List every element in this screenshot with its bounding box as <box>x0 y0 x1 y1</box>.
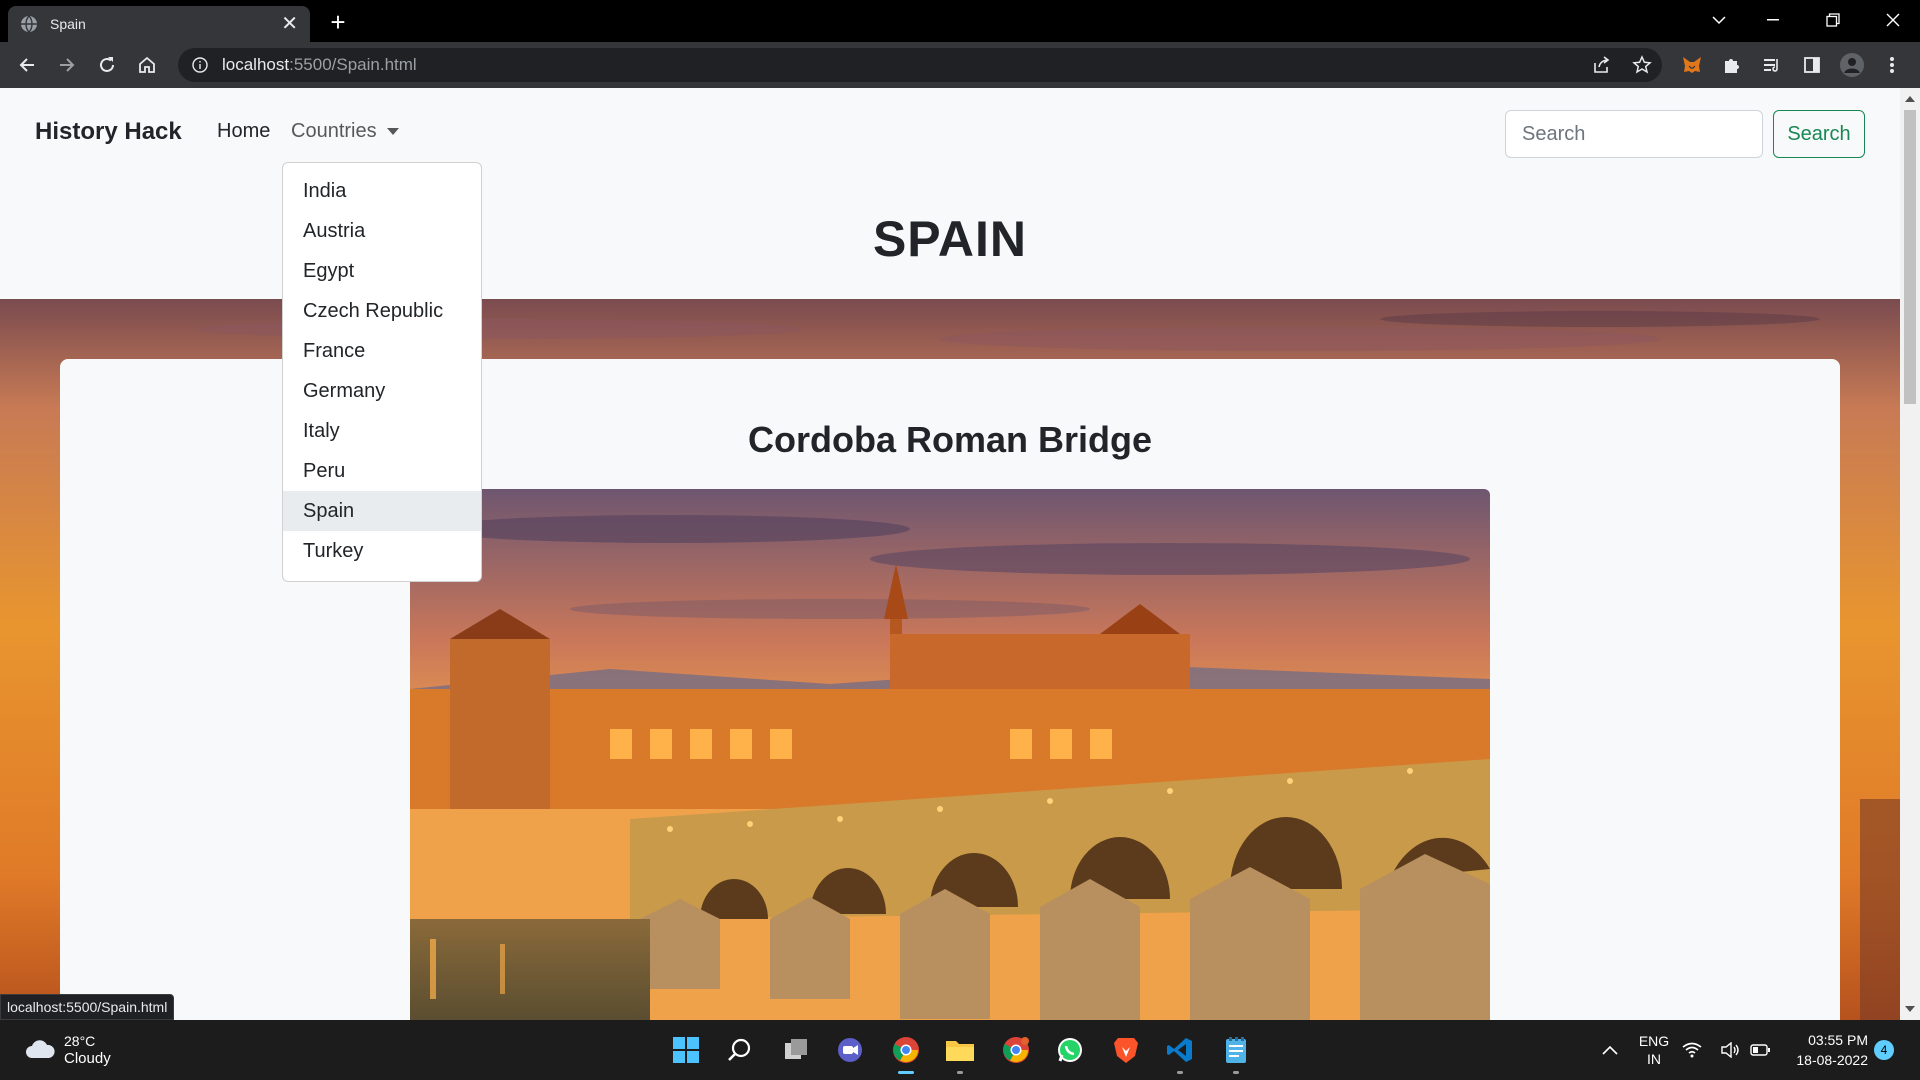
site-info-icon[interactable] <box>192 57 208 73</box>
search-icon[interactable] <box>720 1030 760 1070</box>
tab-close-icon[interactable]: ✕ <box>281 14 298 34</box>
notepad-icon[interactable] <box>1216 1030 1256 1074</box>
dropdown-item-peru[interactable]: Peru <box>283 451 481 491</box>
search-button[interactable]: Search <box>1773 110 1865 158</box>
brand-logo-text[interactable]: History Hack <box>35 118 182 146</box>
caret-down-icon <box>386 128 399 135</box>
language-indicator[interactable]: ENG IN <box>1636 1032 1672 1068</box>
restore-icon[interactable] <box>1806 0 1860 40</box>
dropdown-item-spain[interactable]: Spain <box>283 491 481 531</box>
dropdown-item-india[interactable]: India <box>283 171 481 211</box>
dropdown-item-austria[interactable]: Austria <box>283 211 481 251</box>
chrome-profile-icon[interactable] <box>996 1030 1036 1070</box>
close-window-icon[interactable] <box>1866 0 1920 40</box>
media-queue-icon[interactable] <box>1758 51 1786 79</box>
system-clock[interactable]: 03:55 PM 18-08-2022 <box>1780 1030 1868 1070</box>
scrollbar-thumb[interactable] <box>1904 110 1916 404</box>
cloud-icon <box>26 1040 55 1058</box>
home-icon[interactable] <box>133 51 161 79</box>
dropdown-item-france[interactable]: France <box>283 331 481 371</box>
battery-icon[interactable] <box>1748 1030 1772 1070</box>
show-hidden-icons-chevron-icon[interactable] <box>1590 1030 1630 1070</box>
teams-chat-icon[interactable] <box>830 1030 870 1070</box>
bookmark-star-icon[interactable] <box>1628 51 1656 79</box>
address-bar[interactable]: localhost:5500/Spain.html <box>178 48 1662 82</box>
nav-dropdown-countries[interactable]: Countries <box>291 120 399 143</box>
tab-title: Spain <box>50 16 86 32</box>
side-panel-icon[interactable] <box>1798 51 1826 79</box>
clock-time: 03:55 PM <box>1808 1032 1868 1048</box>
weather-condition: Cloudy <box>64 1050 111 1067</box>
chrome-taskbar-icon[interactable] <box>886 1030 926 1074</box>
globe-icon <box>21 15 37 33</box>
nav-link-home[interactable]: Home <box>217 120 270 143</box>
forward-icon[interactable] <box>53 51 81 79</box>
scroll-down-arrow-icon[interactable] <box>1905 1006 1915 1012</box>
back-icon[interactable] <box>13 51 41 79</box>
scroll-up-arrow-icon[interactable] <box>1905 96 1915 102</box>
weather-widget[interactable]: 28°C Cloudy <box>24 1032 111 1068</box>
whatsapp-icon[interactable] <box>1050 1030 1090 1070</box>
metamask-extension-icon[interactable] <box>1678 51 1706 79</box>
windows-taskbar: 28°C Cloudy ENG IN 03:55 PM 18-08-2022 4 <box>0 1020 1920 1080</box>
page-viewport: History Hack Home Countries Search SPAIN… <box>0 88 1900 1020</box>
chrome-menu-icon[interactable] <box>1878 51 1906 79</box>
page-scrollbar[interactable] <box>1900 88 1920 1020</box>
browser-tab[interactable]: Spain ✕ <box>8 6 310 42</box>
language-code: ENG <box>1638 1033 1670 1049</box>
tab-search-icon[interactable] <box>1692 0 1746 40</box>
vscode-icon[interactable] <box>1160 1030 1200 1074</box>
minimize-icon[interactable] <box>1746 0 1800 40</box>
brave-browser-icon[interactable] <box>1106 1030 1146 1070</box>
dropdown-item-germany[interactable]: Germany <box>283 371 481 411</box>
countries-label: Countries <box>291 120 377 142</box>
extensions-puzzle-icon[interactable] <box>1718 51 1746 79</box>
new-tab-icon[interactable]: + <box>324 8 352 36</box>
countries-dropdown-menu: India Austria Egypt Czech Republic Franc… <box>282 162 482 582</box>
browser-tab-strip: Spain ✕ + <box>0 0 1920 42</box>
dropdown-item-czech-republic[interactable]: Czech Republic <box>283 291 481 331</box>
reload-icon[interactable] <box>93 51 121 79</box>
url-text: localhost:5500/Spain.html <box>222 55 417 74</box>
wifi-icon[interactable] <box>1680 1030 1704 1070</box>
weather-temperature: 28°C <box>64 1033 96 1049</box>
region-code: IN <box>1647 1051 1661 1067</box>
search-input[interactable] <box>1505 110 1763 158</box>
profile-avatar[interactable] <box>1838 51 1866 79</box>
cordoba-bridge-photo <box>410 489 1490 1020</box>
browser-toolbar: localhost:5500/Spain.html <box>0 42 1920 88</box>
share-icon[interactable] <box>1588 51 1616 79</box>
volume-icon[interactable] <box>1718 1030 1742 1070</box>
clock-date: 18-08-2022 <box>1796 1052 1868 1068</box>
task-view-icon[interactable] <box>776 1030 816 1070</box>
link-status-tooltip: localhost:5500/Spain.html <box>0 994 175 1020</box>
dropdown-item-italy[interactable]: Italy <box>283 411 481 451</box>
file-explorer-icon[interactable] <box>940 1030 980 1074</box>
notification-count-badge[interactable]: 4 <box>1874 1040 1894 1060</box>
dropdown-item-egypt[interactable]: Egypt <box>283 251 481 291</box>
windows-start-icon[interactable] <box>666 1030 706 1070</box>
dropdown-item-turkey[interactable]: Turkey <box>283 531 481 571</box>
